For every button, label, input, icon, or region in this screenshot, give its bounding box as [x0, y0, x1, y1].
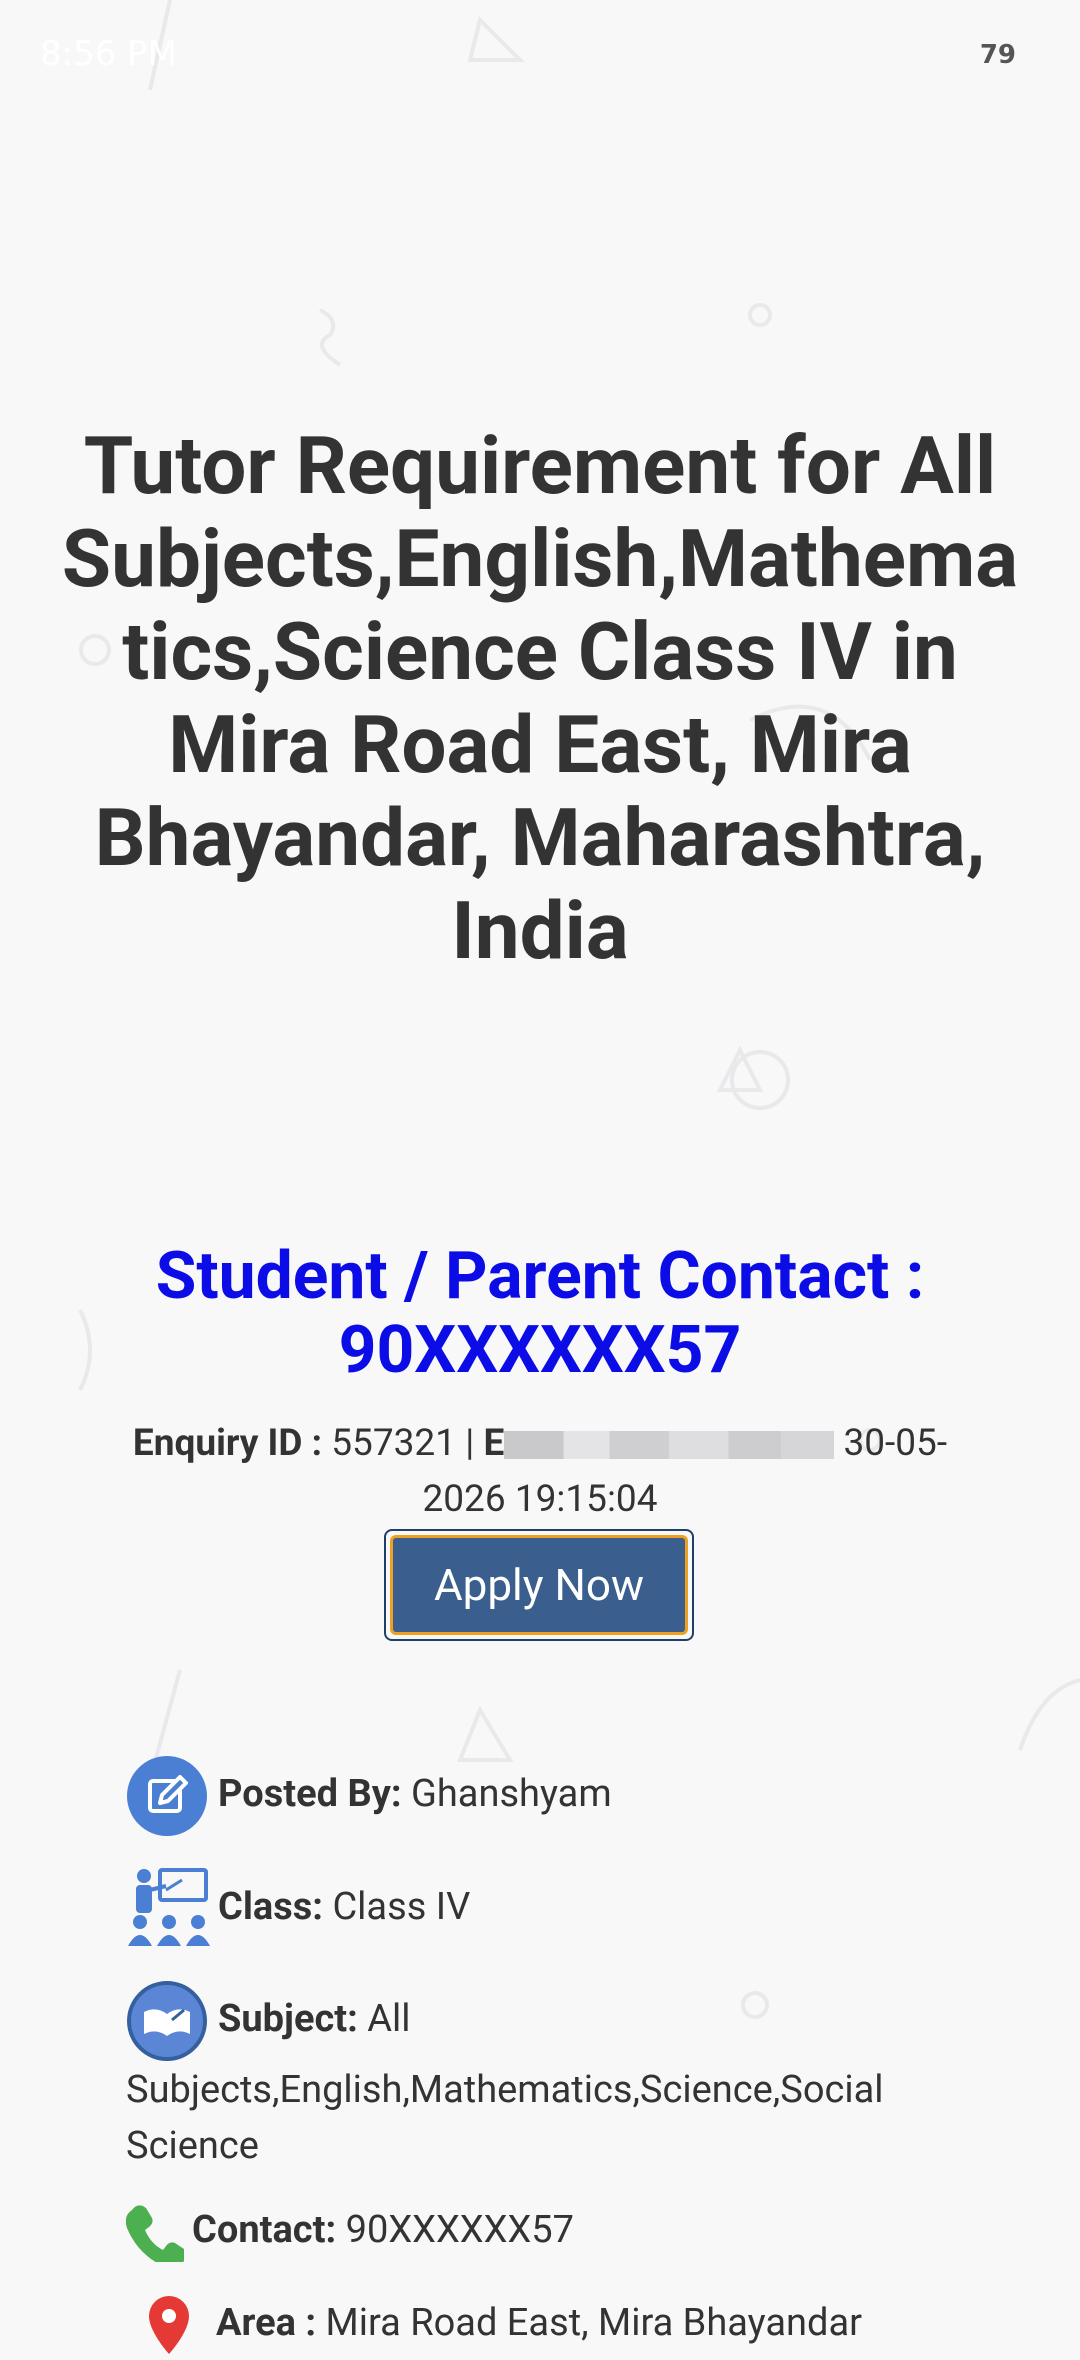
enquiry-date-label: E	[483, 1422, 505, 1465]
subject-label: Subject:	[218, 1997, 358, 2042]
apply-button-frame: Apply Now	[384, 1529, 694, 1641]
battery-level: 79	[979, 40, 1016, 70]
contact-row: Contact: 90XXXXXX57	[126, 2202, 1006, 2262]
status-bar: 8:56 PM 79	[0, 0, 1080, 110]
posted-by-value: Ghanshyam	[410, 1772, 612, 1817]
contact-value: 90XXXXXX57	[345, 2208, 574, 2253]
area-row: Area : Mira Road East, Mira Bhayandar	[126, 2290, 1006, 2360]
enquiry-separator: |	[465, 1422, 475, 1465]
class-value: Class IV	[332, 1885, 471, 1930]
area-label: Area :	[216, 2301, 317, 2346]
book-icon	[127, 1981, 207, 2061]
contact-label: Contact:	[192, 2208, 337, 2253]
class-row: Class: Class IV	[126, 1866, 1006, 1952]
subject-row: Subject: All Subjects,English,Mathematic…	[126, 1980, 1006, 2174]
posted-by-label: Posted By:	[218, 1772, 402, 1817]
area-value: Mira Road East, Mira Bhayandar	[325, 2301, 862, 2346]
enquiry-id-value: 557321	[331, 1422, 457, 1465]
teacher-classroom-icon	[128, 1868, 210, 1946]
location-pin-icon	[149, 2296, 189, 2354]
phone-icon	[126, 2205, 184, 2262]
page-title: Tutor Requirement for All Subjects,Engli…	[61, 419, 1019, 978]
edit-icon	[127, 1756, 207, 1836]
enquiry-info: Enquiry ID : 557321 | E 30-05-2026 19:15…	[110, 1416, 970, 1528]
enquiry-id-label: Enquiry ID :	[132, 1422, 323, 1465]
posted-by-row: Posted By: Ghanshyam	[126, 1755, 1006, 1837]
redacted-text	[504, 1431, 835, 1460]
class-label: Class:	[218, 1885, 324, 1930]
status-time: 8:56 PM	[40, 34, 177, 74]
contact-heading: Student / Parent Contact : 90XXXXXX57	[155, 1238, 925, 1389]
apply-now-button[interactable]: Apply Now	[390, 1535, 688, 1635]
